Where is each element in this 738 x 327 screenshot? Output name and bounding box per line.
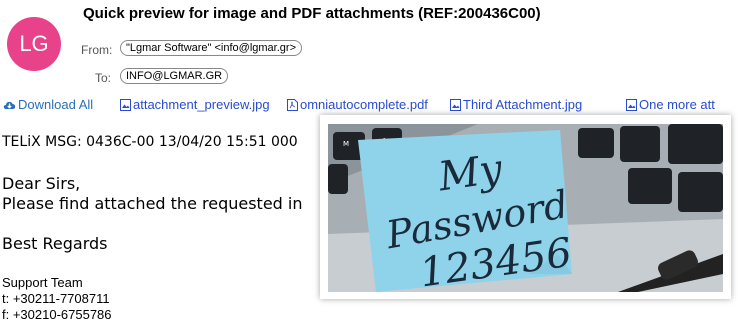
signature-phone: t: +30211-7708711 xyxy=(2,291,110,306)
message-body-line: Dear Sirs, xyxy=(2,174,81,193)
attachment-link-2[interactable]: omniautocomplete.pdf xyxy=(287,97,428,112)
svg-text:M: M xyxy=(343,140,349,148)
message-body-line: TELiX MSG: 0436C-00 13/04/20 15:51 000 xyxy=(2,134,298,150)
preview-image: M < My Password 123456 xyxy=(328,124,723,292)
pdf-file-icon xyxy=(287,99,298,111)
image-file-icon xyxy=(450,99,461,111)
message-body-line: Please find attached the requested in xyxy=(2,194,303,213)
to-label: To: xyxy=(95,71,112,85)
avatar-initials: LG xyxy=(19,31,49,56)
email-subject: Quick preview for image and PDF attachme… xyxy=(83,5,541,22)
attachment-preview-popup: M < My Password 123456 xyxy=(320,115,731,299)
attachment-name: One more att xyxy=(639,97,715,112)
message-body-line: Best Regards xyxy=(2,234,108,253)
download-all-button[interactable]: Download All xyxy=(3,97,93,112)
signature-team: Support Team xyxy=(2,275,83,290)
image-file-icon xyxy=(626,99,637,111)
attachment-link-4[interactable]: One more att xyxy=(626,97,715,112)
signature-fax: f: +30210-6755786 xyxy=(2,307,112,322)
attachment-bar: Download All attachment_preview.jpg omni… xyxy=(0,96,738,116)
attachment-link-3[interactable]: Third Attachment.jpg xyxy=(450,97,582,112)
attachment-name: attachment_preview.jpg xyxy=(133,97,270,112)
download-all-label: Download All xyxy=(18,97,94,112)
from-label: From: xyxy=(81,43,113,57)
avatar: LG xyxy=(7,17,61,71)
attachment-name: omniautocomplete.pdf xyxy=(300,97,428,112)
attachment-link-1[interactable]: attachment_preview.jpg xyxy=(120,97,270,112)
image-file-icon xyxy=(120,99,131,111)
to-recipient-pill[interactable]: INFO@LGMAR.GR xyxy=(120,68,229,84)
note-line-1: My xyxy=(435,146,507,201)
from-sender-pill[interactable]: "Lgmar Software" <info@lgmar.gr> xyxy=(120,40,302,56)
cloud-download-icon xyxy=(3,101,16,109)
